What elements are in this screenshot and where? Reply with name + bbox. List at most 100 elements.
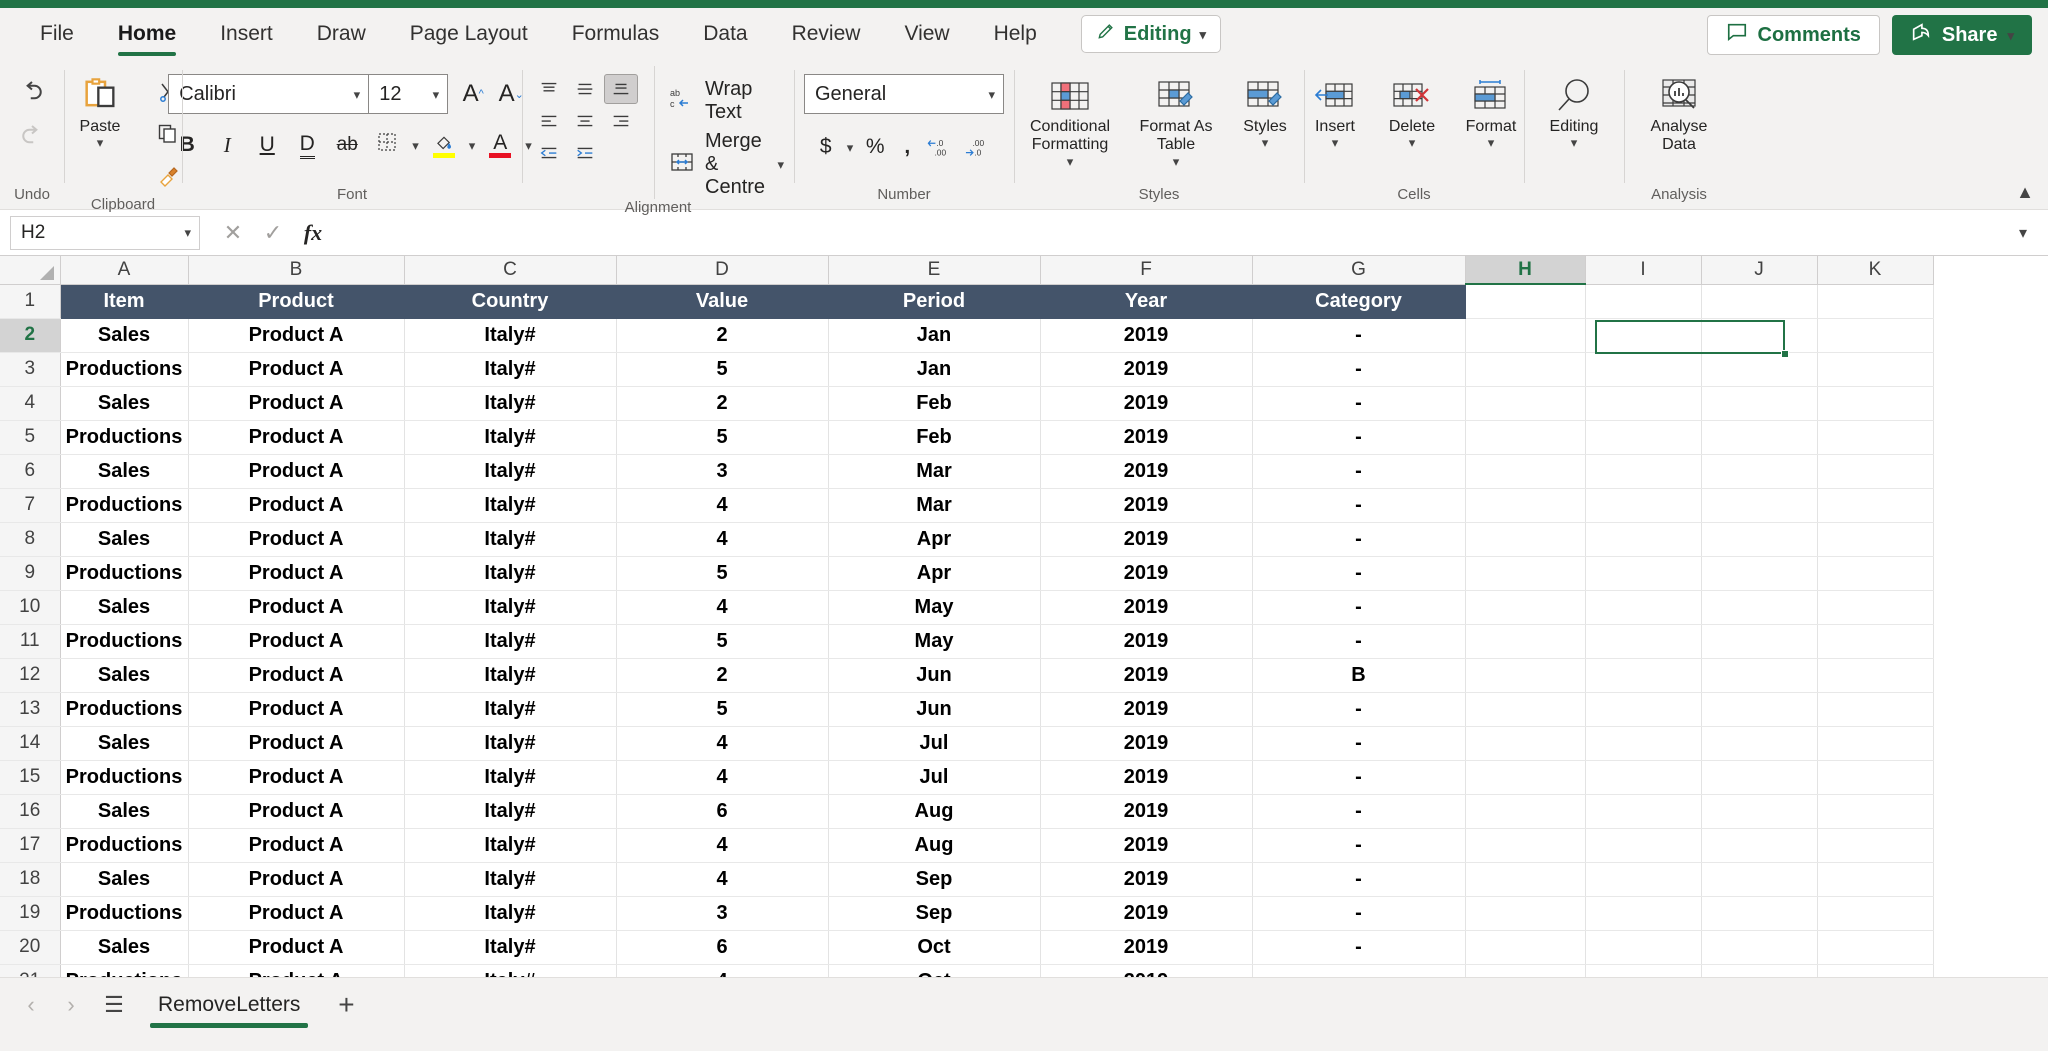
cell-a14[interactable]: Sales: [60, 726, 189, 761]
cell-f12[interactable]: 2019: [1040, 658, 1253, 693]
align-left-button[interactable]: [532, 106, 566, 136]
cell-f18[interactable]: 2019: [1040, 862, 1253, 897]
cell-j13[interactable]: [1701, 692, 1818, 727]
cell-j19[interactable]: [1701, 896, 1818, 931]
cell-c7[interactable]: Italy#: [404, 488, 617, 523]
cell-e20[interactable]: Oct: [828, 930, 1041, 965]
cell-k8[interactable]: [1817, 522, 1934, 557]
cell-b16[interactable]: Product A: [188, 794, 405, 829]
row-header-4[interactable]: 4: [0, 386, 61, 421]
cell-c2[interactable]: Italy#: [404, 318, 617, 353]
tab-page-layout[interactable]: Page Layout: [388, 8, 550, 60]
cell-b2[interactable]: Product A: [188, 318, 405, 353]
cell-j4[interactable]: [1701, 386, 1818, 421]
align-centre-button[interactable]: [568, 106, 602, 136]
cell-i1[interactable]: [1585, 284, 1702, 319]
cell-k14[interactable]: [1817, 726, 1934, 761]
share-button[interactable]: Share ▾: [1891, 15, 2032, 55]
cell-d15[interactable]: 4: [616, 760, 829, 795]
undo-button[interactable]: [12, 72, 52, 112]
cell-a11[interactable]: Productions: [60, 624, 189, 659]
cell-k19[interactable]: [1817, 896, 1934, 931]
column-header-f[interactable]: F: [1040, 256, 1253, 285]
cell-i20[interactable]: [1585, 930, 1702, 965]
cell-h17[interactable]: [1465, 828, 1586, 863]
column-header-h[interactable]: H: [1465, 256, 1586, 285]
cell-i18[interactable]: [1585, 862, 1702, 897]
cell-f11[interactable]: 2019: [1040, 624, 1253, 659]
cell-e10[interactable]: May: [828, 590, 1041, 625]
cell-i15[interactable]: [1585, 760, 1702, 795]
cell-d12[interactable]: 2: [616, 658, 829, 693]
fill-color-button[interactable]: [425, 126, 463, 164]
cell-a15[interactable]: Productions: [60, 760, 189, 795]
cell-e15[interactable]: Jul: [828, 760, 1041, 795]
cell-f21[interactable]: 2019: [1040, 964, 1253, 977]
cell-b12[interactable]: Product A: [188, 658, 405, 693]
format-as-table-button[interactable]: Format As Table ▾: [1130, 66, 1222, 168]
cell-j15[interactable]: [1701, 760, 1818, 795]
cell-c8[interactable]: Italy#: [404, 522, 617, 557]
cell-i16[interactable]: [1585, 794, 1702, 829]
cell-a12[interactable]: Sales: [60, 658, 189, 693]
strikethrough-button[interactable]: ab: [328, 126, 366, 164]
underline-button[interactable]: U: [248, 126, 286, 164]
next-sheet-button[interactable]: ›: [54, 988, 88, 1022]
cell-a7[interactable]: Productions: [60, 488, 189, 523]
cell-h20[interactable]: [1465, 930, 1586, 965]
cell-i8[interactable]: [1585, 522, 1702, 557]
cell-b21[interactable]: Product A: [188, 964, 405, 977]
cell-h16[interactable]: [1465, 794, 1586, 829]
cell-a16[interactable]: Sales: [60, 794, 189, 829]
cell-f17[interactable]: 2019: [1040, 828, 1253, 863]
cell-h1[interactable]: [1465, 284, 1586, 319]
tab-help[interactable]: Help: [972, 8, 1059, 60]
cell-k18[interactable]: [1817, 862, 1934, 897]
decrease-decimal-button[interactable]: .00 .0: [962, 128, 996, 166]
cell-k1[interactable]: [1817, 284, 1934, 319]
cell-k15[interactable]: [1817, 760, 1934, 795]
cell-h11[interactable]: [1465, 624, 1586, 659]
cell-c11[interactable]: Italy#: [404, 624, 617, 659]
cell-b19[interactable]: Product A: [188, 896, 405, 931]
cell-h4[interactable]: [1465, 386, 1586, 421]
cell-i4[interactable]: [1585, 386, 1702, 421]
increase-indent-button[interactable]: [568, 138, 602, 168]
cell-d1[interactable]: Value: [616, 284, 829, 319]
cell-g2[interactable]: -: [1252, 318, 1466, 353]
collapse-ribbon-button[interactable]: ▲: [2016, 182, 2034, 203]
font-color-button[interactable]: A: [481, 126, 519, 164]
cell-i10[interactable]: [1585, 590, 1702, 625]
tab-review[interactable]: Review: [770, 8, 883, 60]
cell-j21[interactable]: [1701, 964, 1818, 977]
cell-a21[interactable]: Productions: [60, 964, 189, 977]
percent-button[interactable]: %: [860, 128, 890, 166]
cell-a6[interactable]: Sales: [60, 454, 189, 489]
cell-b9[interactable]: Product A: [188, 556, 405, 591]
cell-j5[interactable]: [1701, 420, 1818, 455]
cell-k10[interactable]: [1817, 590, 1934, 625]
cell-f2[interactable]: 2019: [1040, 318, 1253, 353]
cell-c17[interactable]: Italy#: [404, 828, 617, 863]
cell-d2[interactable]: 2: [616, 318, 829, 353]
cell-e5[interactable]: Feb: [828, 420, 1041, 455]
cell-d3[interactable]: 5: [616, 352, 829, 387]
cell-f5[interactable]: 2019: [1040, 420, 1253, 455]
cell-c4[interactable]: Italy#: [404, 386, 617, 421]
cell-b15[interactable]: Product A: [188, 760, 405, 795]
cell-i5[interactable]: [1585, 420, 1702, 455]
cell-i17[interactable]: [1585, 828, 1702, 863]
column-header-i[interactable]: I: [1585, 256, 1702, 285]
cell-c20[interactable]: Italy#: [404, 930, 617, 965]
cell-c10[interactable]: Italy#: [404, 590, 617, 625]
cell-c15[interactable]: Italy#: [404, 760, 617, 795]
cell-k2[interactable]: [1817, 318, 1934, 353]
cell-g18[interactable]: -: [1252, 862, 1466, 897]
font-size-combo[interactable]: 12 ▾: [368, 74, 449, 114]
row-header-14[interactable]: 14: [0, 726, 61, 761]
row-header-11[interactable]: 11: [0, 624, 61, 659]
cell-i21[interactable]: [1585, 964, 1702, 977]
cell-b5[interactable]: Product A: [188, 420, 405, 455]
cell-f10[interactable]: 2019: [1040, 590, 1253, 625]
cell-e13[interactable]: Jun: [828, 692, 1041, 727]
